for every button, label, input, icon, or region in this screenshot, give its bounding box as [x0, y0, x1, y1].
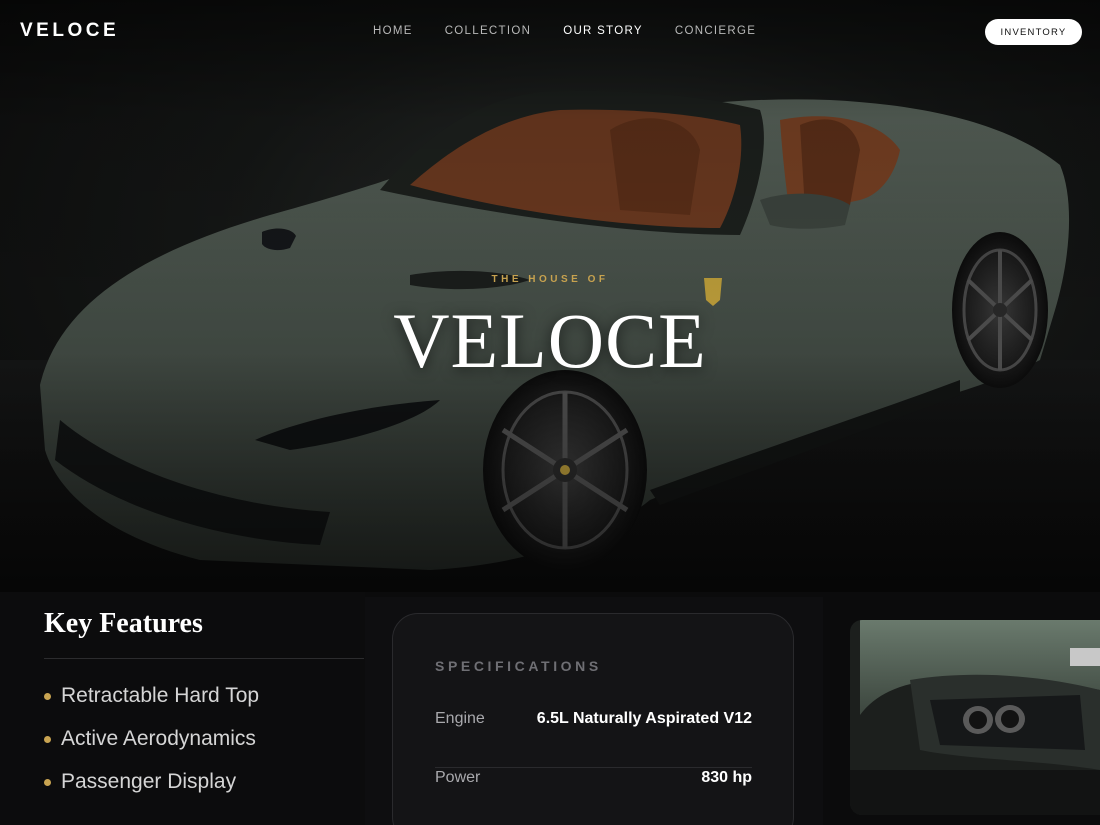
hero-title: VELOCE [393, 297, 707, 384]
rear-exhaust-image [850, 620, 1100, 815]
inventory-button[interactable]: INVENTORY [985, 19, 1082, 45]
bullet-icon [44, 736, 51, 743]
spec-value: 6.5L Naturally Aspirated V12 [536, 710, 752, 727]
main-menu: HOME COLLECTION OUR STORY CONCIERGE [373, 25, 788, 37]
key-features-section: Key Features Retractable Hard Top Active… [0, 592, 365, 825]
nav-concierge[interactable]: CONCIERGE [675, 25, 756, 37]
bullet-icon [44, 779, 51, 786]
feature-list: Retractable Hard Top Active Aerodynamics… [44, 684, 259, 813]
nav-home[interactable]: HOME [373, 25, 413, 37]
specifications-card: SPECIFICATIONS Engine 6.5L Naturally Asp… [392, 613, 794, 825]
feature-label: Active Aerodynamics [61, 727, 256, 750]
feature-item: Retractable Hard Top [44, 684, 259, 727]
brand-logo[interactable]: VELOCE [20, 20, 119, 42]
nav-our-story[interactable]: OUR STORY [563, 25, 643, 37]
key-features-heading: Key Features [44, 608, 203, 639]
spec-row-engine: Engine 6.5L Naturally Aspirated V12 [435, 710, 752, 768]
spec-label: Power [435, 769, 481, 786]
nav-collection[interactable]: COLLECTION [445, 25, 532, 37]
spec-label: Engine [435, 710, 485, 727]
feature-item: Active Aerodynamics [44, 727, 259, 770]
feature-label: Retractable Hard Top [61, 684, 260, 707]
top-nav: VELOCE HOME COLLECTION OUR STORY CONCIER… [0, 0, 1100, 64]
specifications-heading: SPECIFICATIONS [435, 658, 602, 674]
hero-eyebrow: THE HOUSE OF [491, 274, 609, 285]
hero-section: THE HOUSE OF VELOCE [0, 0, 1100, 592]
feature-label: Passenger Display [61, 770, 237, 793]
bullet-icon [44, 693, 51, 700]
divider [44, 658, 364, 659]
spec-row-power: Power 830 hp [435, 769, 752, 825]
gallery-thumbnail[interactable] [850, 620, 1100, 815]
spec-value: 830 hp [701, 769, 752, 786]
feature-item: Passenger Display [44, 770, 259, 813]
